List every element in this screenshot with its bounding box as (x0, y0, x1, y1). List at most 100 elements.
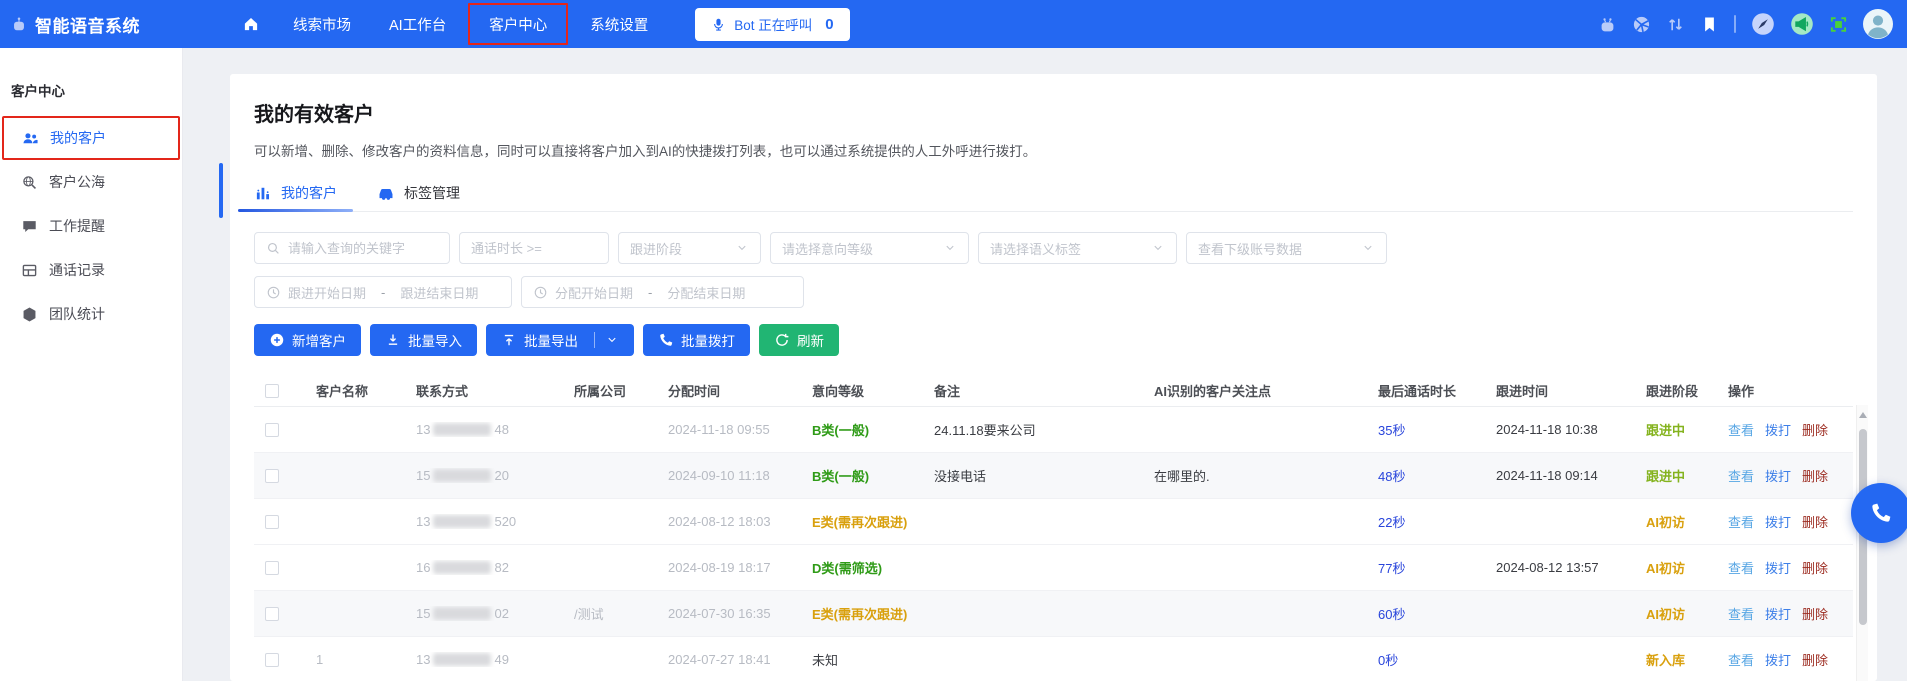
row-actions: 查看拨打删除 (1716, 558, 1853, 577)
scrollbar-up-arrow[interactable] (1859, 412, 1867, 418)
row-actions: 查看拨打删除 (1716, 604, 1853, 623)
row-checkbox[interactable] (265, 561, 279, 575)
refresh-button[interactable]: 刷新 (759, 324, 839, 356)
view-link[interactable]: 查看 (1728, 423, 1754, 438)
keyword-search-input[interactable] (288, 241, 438, 256)
assign-date-range[interactable]: 分配开始日期-分配结束日期 (521, 276, 804, 308)
aperture-icon[interactable] (1632, 15, 1651, 34)
row-checkbox[interactable] (265, 515, 279, 529)
delete-link[interactable]: 删除 (1802, 653, 1828, 668)
column-header: AI识别的客户关注点 (1142, 381, 1366, 400)
nav-system-settings[interactable]: 系统设置 (571, 0, 667, 48)
nav-home[interactable] (228, 0, 274, 48)
follow-date-range[interactable]: 跟进开始日期-跟进结束日期 (254, 276, 512, 308)
select-all-checkbox[interactable] (265, 384, 279, 398)
sidebar-item-3[interactable]: 工作提醒 (0, 204, 182, 248)
nav-divider (1734, 15, 1736, 33)
view-link[interactable]: 查看 (1728, 561, 1754, 576)
assign-time: 2024-07-27 18:41 (656, 652, 800, 667)
sidebar-item-2[interactable]: 客户公海 (0, 160, 182, 204)
call-link[interactable]: 拨打 (1765, 423, 1791, 438)
view-link[interactable]: 查看 (1728, 515, 1754, 530)
select-placeholder: 查看下级账号数据 (1198, 239, 1302, 258)
customer-phone: 1349 (404, 652, 562, 667)
avatar[interactable] (1863, 9, 1893, 39)
delete-link[interactable]: 删除 (1802, 515, 1828, 530)
call-duration-input[interactable] (459, 232, 609, 264)
team-stats-icon (21, 306, 38, 323)
nav-customer-center[interactable]: 客户中心 (468, 3, 568, 45)
batch-call-button[interactable]: 批量拨打 (643, 324, 750, 356)
tab-tag-management[interactable]: 标签管理 (377, 174, 460, 211)
row-checkbox[interactable] (265, 423, 279, 437)
sidebar-scroll-indicator[interactable] (219, 163, 223, 218)
view-link[interactable]: 查看 (1728, 653, 1754, 668)
robot-icon[interactable] (1598, 15, 1617, 34)
table-row: 13482024-11-18 09:55B类(一般)24.11.18要来公司35… (254, 407, 1853, 453)
delete-link[interactable]: 删除 (1802, 607, 1828, 622)
call-link[interactable]: 拨打 (1765, 653, 1791, 668)
delete-link[interactable]: 删除 (1802, 469, 1828, 484)
page-description: 可以新增、删除、修改客户的资料信息，同时可以直接将客户加入到AI的快捷拨打列表，… (254, 140, 1853, 160)
main-nav: 线索市场AI工作台客户中心系统设置 (274, 0, 667, 48)
customer-phone: 13520 (404, 514, 562, 529)
chevron-down-icon (1151, 241, 1165, 255)
call-link[interactable]: 拨打 (1765, 607, 1791, 622)
sidebar-item-label: 我的客户 (50, 128, 106, 148)
column-header: 备注 (922, 381, 1142, 400)
add-customer-button[interactable]: 新增客户 (254, 324, 361, 356)
follow-stage-select[interactable]: 跟进阶段 (618, 232, 761, 264)
call-duration-input[interactable] (471, 241, 597, 256)
megaphone-icon[interactable] (1790, 12, 1814, 36)
row-checkbox[interactable] (265, 653, 279, 667)
tab-my-customers[interactable]: 我的客户 (254, 174, 337, 211)
call-link[interactable]: 拨打 (1765, 515, 1791, 530)
column-header: 所属公司 (562, 381, 656, 400)
home-icon (242, 15, 260, 33)
sort-arrows-icon[interactable] (1666, 15, 1685, 34)
table-scrollbar[interactable] (1856, 405, 1868, 681)
view-link[interactable]: 查看 (1728, 469, 1754, 484)
column-header: 操作 (1716, 381, 1853, 400)
call-link[interactable]: 拨打 (1765, 561, 1791, 576)
row-select (254, 560, 304, 576)
row-checkbox[interactable] (265, 469, 279, 483)
semantic-tag-select[interactable]: 请选择语义标签 (978, 232, 1177, 264)
date-start-placeholder: 分配开始日期 (555, 283, 633, 302)
sidebar-item-5[interactable]: 团队统计 (0, 292, 182, 336)
dropdown-chevron[interactable] (605, 333, 619, 347)
bookmark-icon[interactable] (1700, 15, 1719, 34)
delete-link[interactable]: 删除 (1802, 561, 1828, 576)
delete-link[interactable]: 删除 (1802, 423, 1828, 438)
nav-ai-workbench[interactable]: AI工作台 (370, 0, 465, 48)
note: 没接电话 (922, 466, 1142, 485)
date-start-placeholder: 跟进开始日期 (288, 283, 366, 302)
call-link[interactable]: 拨打 (1765, 469, 1791, 484)
assign-time: 2024-09-10 11:18 (656, 468, 800, 483)
sidebar-item-4[interactable]: 通话记录 (0, 248, 182, 292)
compass-icon[interactable] (1751, 12, 1775, 36)
last-call-duration: 48秒 (1366, 466, 1484, 485)
sidebar-item-1[interactable]: 我的客户 (2, 116, 180, 160)
search-icon (266, 241, 281, 256)
phone-redaction-blur (433, 607, 491, 620)
nav-clue-market[interactable]: 线索市场 (274, 0, 370, 48)
intent-level: D类(需筛选) (800, 558, 922, 577)
floating-call-button[interactable] (1851, 483, 1907, 543)
intent-level-select[interactable]: 请选择意向等级 (770, 232, 969, 264)
phone-suffix: 82 (494, 560, 508, 575)
batch-export-button[interactable]: 批量导出 (486, 324, 634, 356)
sub-account-select[interactable]: 查看下级账号数据 (1186, 232, 1387, 264)
view-link[interactable]: 查看 (1728, 607, 1754, 622)
follow-time: 2024-11-18 09:14 (1484, 468, 1634, 483)
last-call-duration: 0秒 (1366, 650, 1484, 669)
phone-suffix: 49 (494, 652, 508, 667)
row-checkbox[interactable] (265, 607, 279, 621)
bot-calling-button[interactable]: Bot 正在呼叫 0 (695, 8, 849, 41)
clock-icon (533, 285, 548, 300)
batch-import-button[interactable]: 批量导入 (370, 324, 477, 356)
keyword-search-input[interactable] (254, 232, 450, 264)
mic-icon (711, 17, 726, 32)
last-call-duration: 77秒 (1366, 558, 1484, 577)
fullscreen-icon[interactable] (1829, 15, 1848, 34)
